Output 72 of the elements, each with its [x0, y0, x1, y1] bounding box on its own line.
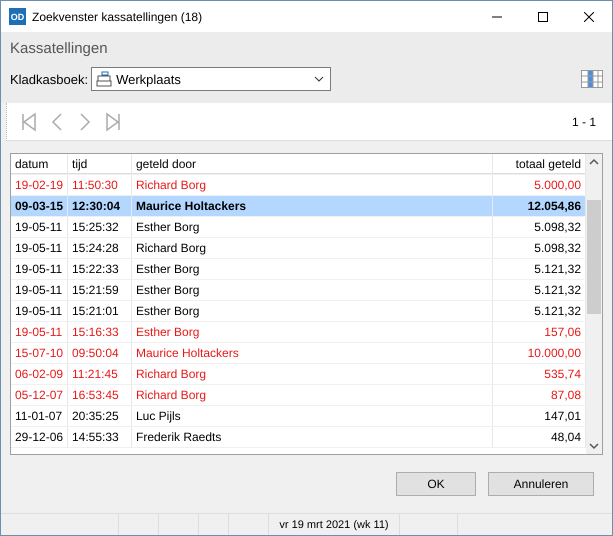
table-cell: 12:30:04 — [68, 196, 132, 216]
table-cell: 11:50:30 — [68, 175, 132, 195]
table-cell: 19-02-19 — [11, 175, 68, 195]
table-cell: Esther Borg — [132, 217, 493, 237]
table-cell: 15:21:01 — [68, 301, 132, 321]
page-counter: 1 - 1 — [572, 114, 596, 128]
table-row[interactable]: 09-03-15 12:30:04 Maurice Holtackers 12.054,86 — [11, 196, 586, 217]
table-cell: 19-05-11 — [11, 217, 68, 237]
section-title: Kassatellingen — [10, 40, 109, 57]
chevron-down-icon — [314, 76, 324, 82]
table-cell: 20:35:25 — [68, 406, 132, 426]
table-cell: 05-12-07 — [11, 385, 68, 405]
table-cell: Esther Borg — [132, 280, 493, 300]
table-cell: 19-05-11 — [11, 259, 68, 279]
table-cell: Esther Borg — [132, 259, 493, 279]
cashbook-label: Kladkasboek: — [10, 72, 88, 86]
table-cell: 14:55:33 — [68, 427, 132, 447]
table-cell: 19-05-11 — [11, 301, 68, 321]
table-cell: 09:50:04 — [68, 343, 132, 363]
table-cell: Luc Pijls — [132, 406, 493, 426]
cash-register-icon — [96, 71, 112, 87]
last-page-icon[interactable] — [105, 110, 121, 132]
table-cell: Esther Borg — [132, 301, 493, 321]
table-cell: 19-05-11 — [11, 238, 68, 258]
window-title: Zoekvenster kassatellingen (18) — [32, 10, 204, 24]
table-row[interactable]: 05-12-07 16:53:45 Richard Borg 87,08 — [11, 385, 586, 406]
cancel-button[interactable]: Annuleren — [488, 472, 594, 496]
table-row[interactable]: 19-05-11 15:21:01 Esther Borg 5.121,32 — [11, 301, 586, 322]
column-header[interactable]: geteld door — [132, 154, 493, 174]
first-page-icon[interactable] — [21, 110, 37, 132]
table-cell: 11-01-07 — [11, 406, 68, 426]
table-cell: Richard Borg — [132, 364, 493, 384]
table-cell: 19-05-11 — [11, 280, 68, 300]
status-date: vr 19 mrt 2021 (wk 11) — [279, 518, 389, 530]
table-cell: 19-05-11 — [11, 322, 68, 342]
table-row[interactable]: 29-12-06 14:55:33 Frederik Raedts 48,04 — [11, 427, 586, 448]
table-row[interactable]: 19-05-11 15:16:33 Esther Borg 157,06 — [11, 322, 586, 343]
table-cell: 06-02-09 — [11, 364, 68, 384]
table-cell: 16:53:45 — [68, 385, 132, 405]
table-row[interactable]: 19-05-11 15:24:28 Richard Borg 5.098,32 — [11, 238, 586, 259]
table-row[interactable]: 19-05-11 15:25:32 Esther Borg 5.098,32 — [11, 217, 586, 238]
table-row[interactable]: 19-05-11 15:21:59 Esther Borg 5.121,32 — [11, 280, 586, 301]
table-row[interactable]: 15-07-10 09:50:04 Maurice Holtackers 10.000,00 — [11, 343, 586, 364]
table-cell: 15:21:59 — [68, 280, 132, 300]
table-cell: Maurice Holtackers — [132, 343, 493, 363]
scrollbar-thumb[interactable] — [587, 200, 601, 314]
table-row[interactable]: 19-02-19 11:50:30 Richard Borg 5.000,00 — [11, 175, 586, 196]
table-cell: 29-12-06 — [11, 427, 68, 447]
table-row[interactable]: 11-01-07 20:35:25 Luc Pijls 147,01 — [11, 406, 586, 427]
table-cell: Esther Borg — [132, 322, 493, 342]
table-cell: 15:22:33 — [68, 259, 132, 279]
table-cell: Richard Borg — [132, 385, 493, 405]
column-header[interactable]: tijd — [68, 154, 132, 174]
column-header[interactable]: datum — [11, 154, 68, 174]
table-cell: 15-07-10 — [11, 343, 68, 363]
ok-button[interactable]: OK — [396, 472, 476, 496]
table-cell: 15:25:32 — [68, 217, 132, 237]
maximize-icon[interactable] — [538, 12, 548, 22]
table-row[interactable]: 06-02-09 11:21:45 Richard Borg 535,74 — [11, 364, 586, 385]
table-cell: 15:24:28 — [68, 238, 132, 258]
app-logo: OD — [9, 8, 26, 25]
table-cell: 15:16:33 — [68, 322, 132, 342]
table-cell: Frederik Raedts — [132, 427, 493, 447]
table-cell: 09-03-15 — [11, 196, 68, 216]
table-cell: Maurice Holtackers — [132, 196, 493, 216]
cashbook-dropdown[interactable]: Werkplaats — [91, 67, 332, 91]
close-icon[interactable] — [584, 12, 594, 22]
table-cell: Richard Borg — [132, 175, 493, 195]
columns-icon[interactable] — [581, 70, 603, 88]
table-cell: Richard Borg — [132, 238, 493, 258]
table-row[interactable]: 19-05-11 15:22:33 Esther Borg 5.121,32 — [11, 259, 586, 280]
table-cell: 11:21:45 — [68, 364, 132, 384]
